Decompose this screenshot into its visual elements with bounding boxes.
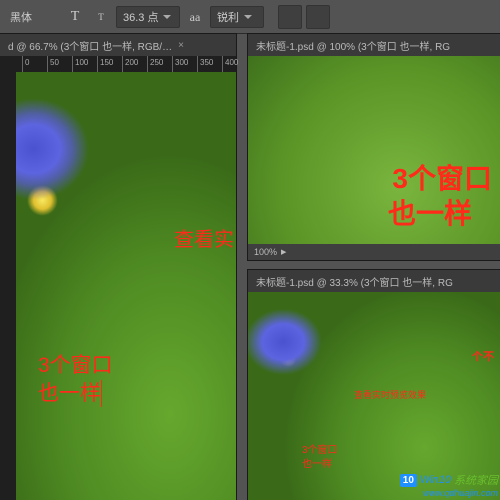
annotation-view: 查看实 xyxy=(174,227,234,253)
document-tab-title: 未标题-1.psd @ 100% (3个窗口 也一样, RG xyxy=(256,38,450,53)
type-size-icon: T xyxy=(64,6,86,28)
canvas-botright[interactable]: 个不 查看实时预览效果 3个窗口 也一样 xyxy=(248,292,500,500)
annotation-view: 查看实时预览效果 xyxy=(354,390,426,402)
document-tab-title: 未标题-1.psd @ 33.3% (3个窗口 也一样, RG xyxy=(256,274,453,289)
document-tab-title: d @ 66.7% (3个窗口 也一样, RGB/… xyxy=(8,38,172,53)
document-tab-left[interactable]: d @ 66.7% (3个窗口 也一样, RGB/… × xyxy=(0,34,236,56)
font-size-dropdown[interactable]: 36.3 点 xyxy=(116,6,180,28)
annotation-main-line1: 3个窗口 xyxy=(392,161,492,197)
antialias-icon: aa xyxy=(184,6,206,28)
watermark-url: www.qdhuajin.com xyxy=(423,488,498,498)
status-bar-topright: 100% ▶ xyxy=(248,244,500,260)
watermark-badge: 10 xyxy=(400,474,417,487)
watermark-blue: Win10 xyxy=(420,474,451,486)
document-panel-left: d @ 66.7% (3个窗口 也一样, RGB/… × 0 50 100 15… xyxy=(0,34,236,500)
annotation-main-line2: 也一样 xyxy=(388,196,472,232)
document-tab-botright[interactable]: 未标题-1.psd @ 33.3% (3个窗口 也一样, RG xyxy=(248,270,500,292)
chevron-right-icon[interactable]: ▶ xyxy=(281,248,286,256)
align-left-button[interactable] xyxy=(278,5,302,29)
type-size-icon-small: T xyxy=(90,6,112,28)
font-family-label: 黑体 xyxy=(6,9,36,25)
watermark: 10 Win10系统家园 www.qdhuajin.com xyxy=(400,472,498,498)
zoom-level[interactable]: 100% xyxy=(254,247,277,257)
canvas-topright[interactable]: 3个窗口 也一样 xyxy=(248,56,500,244)
document-panel-topright: 未标题-1.psd @ 100% (3个窗口 也一样, RG 3个窗口 也一样 … xyxy=(248,34,500,260)
antialias-dropdown[interactable]: 锐利 xyxy=(210,6,264,28)
annotation-main-line2[interactable]: 也一样 xyxy=(38,380,102,407)
annotation-corner: 个不 xyxy=(472,350,494,364)
ruler-horizontal[interactable]: 0 50 100 150 200 250 300 350 400 xyxy=(0,56,236,72)
align-center-button[interactable] xyxy=(306,5,330,29)
annotation-main-line1: 3个窗口 xyxy=(302,444,338,457)
document-tab-topright[interactable]: 未标题-1.psd @ 100% (3个窗口 也一样, RG xyxy=(248,34,500,56)
annotation-main-line2: 也一样 xyxy=(302,458,332,471)
document-panel-botright: 未标题-1.psd @ 33.3% (3个窗口 也一样, RG 个不 查看实时预… xyxy=(248,270,500,500)
canvas-left[interactable]: 查看实 3个窗口 也一样 xyxy=(16,72,236,500)
close-icon[interactable]: × xyxy=(178,40,184,51)
type-options-bar: 黑体 T T 36.3 点 aa 锐利 xyxy=(0,0,500,34)
ruler-vertical[interactable] xyxy=(0,72,16,500)
watermark-green: 系统家园 xyxy=(454,472,498,488)
annotation-main-line1: 3个窗口 xyxy=(38,352,113,379)
